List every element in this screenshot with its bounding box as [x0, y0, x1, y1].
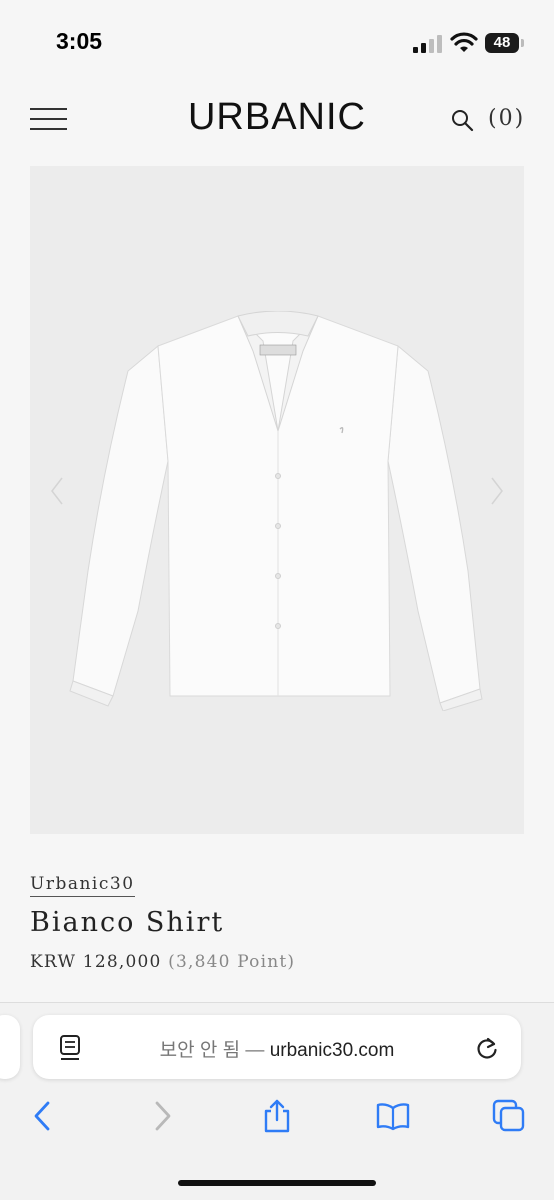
points-value: (3,840 Point)	[168, 952, 296, 972]
search-icon[interactable]	[450, 108, 474, 132]
tabs-icon[interactable]	[492, 1099, 526, 1133]
wifi-icon	[450, 32, 478, 52]
reload-icon[interactable]	[475, 1035, 499, 1061]
security-warning: 보안 안 됨	[159, 1040, 241, 1061]
forward-icon[interactable]	[145, 1099, 179, 1133]
bookmarks-icon[interactable]	[376, 1099, 410, 1133]
battery-cap	[521, 39, 524, 47]
browser-toolbar: 보안 안 됨 — urbanic30.com	[0, 1003, 554, 1200]
brand-link[interactable]: Urbanic30	[30, 874, 135, 897]
status-bar: 3:05 48	[0, 0, 554, 90]
url-display[interactable]: 보안 안 됨 — urbanic30.com	[33, 1035, 521, 1062]
previous-tab-card[interactable]	[0, 1015, 20, 1079]
cart-count[interactable]: (0)	[488, 106, 525, 131]
url-separator: —	[245, 1040, 265, 1061]
url-domain: urbanic30.com	[269, 1040, 395, 1061]
product-image	[69, 311, 483, 711]
back-icon[interactable]	[26, 1099, 60, 1133]
cellular-signal-icon	[413, 35, 442, 53]
product-image-gallery[interactable]	[30, 166, 524, 834]
price-value: KRW 128,000	[30, 952, 162, 972]
site-header: URBANIC (0)	[0, 90, 554, 160]
home-indicator[interactable]	[178, 1180, 376, 1186]
chevron-right-icon[interactable]	[490, 476, 504, 506]
battery-level: 48	[485, 33, 519, 53]
address-bar[interactable]: 보안 안 됨 — urbanic30.com	[33, 1015, 521, 1079]
chevron-left-icon[interactable]	[50, 476, 64, 506]
product-price: KRW 128,000 (3,840 Point)	[30, 952, 295, 972]
share-icon[interactable]	[260, 1099, 294, 1133]
status-time: 3:05	[56, 28, 103, 54]
product-name: Bianco Shirt	[30, 907, 225, 938]
